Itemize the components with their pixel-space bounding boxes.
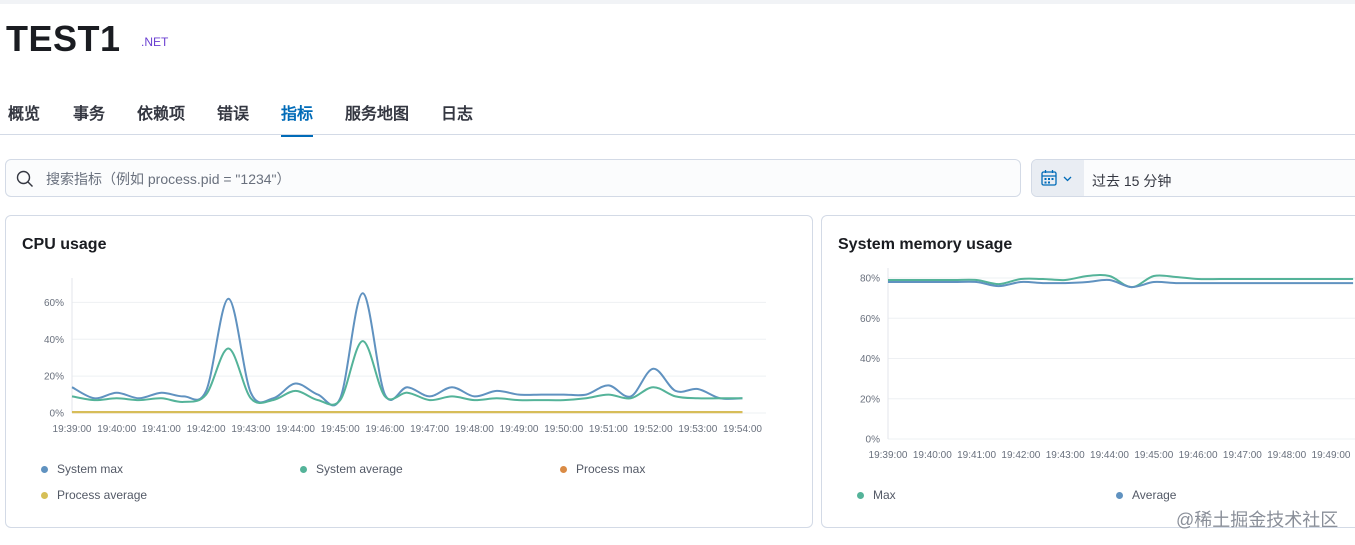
x-tick-label: 19:42:00 bbox=[187, 424, 226, 435]
y-tick-label: 20% bbox=[860, 394, 880, 405]
x-tick-label: 19:49:00 bbox=[500, 424, 539, 435]
search-bar bbox=[5, 159, 1021, 198]
quick-select-button[interactable] bbox=[1032, 160, 1084, 196]
x-tick-label: 19:44:00 bbox=[276, 424, 315, 435]
legend-label: System average bbox=[316, 462, 403, 476]
calendar-icon bbox=[1041, 170, 1072, 186]
x-tick-label: 19:54:00 bbox=[723, 424, 762, 435]
tab-logs[interactable]: 日志 bbox=[441, 100, 473, 135]
x-tick-label: 19:46:00 bbox=[1179, 450, 1218, 461]
x-tick-label: 19:46:00 bbox=[365, 424, 404, 435]
legend-dot bbox=[560, 465, 567, 473]
x-tick-label: 19:43:00 bbox=[1046, 450, 1085, 461]
y-tick-label: 20% bbox=[44, 372, 64, 383]
tab-transactions[interactable]: 事务 bbox=[73, 100, 105, 135]
legend-dot bbox=[41, 491, 48, 499]
page-title: TEST1 bbox=[6, 18, 121, 59]
legend-item[interactable]: System average bbox=[300, 462, 403, 476]
date-range-label[interactable]: 过去 15 分钟 bbox=[1092, 171, 1171, 191]
x-tick-label: 19:39:00 bbox=[53, 424, 92, 435]
legend-item[interactable]: Process average bbox=[41, 488, 147, 502]
x-tick-label: 19:47:00 bbox=[410, 424, 449, 435]
x-tick-label: 19:48:00 bbox=[455, 424, 494, 435]
legend-label: System max bbox=[57, 462, 124, 476]
chevron-down-icon bbox=[1063, 176, 1072, 182]
x-tick-label: 19:50:00 bbox=[544, 424, 583, 435]
x-tick-label: 19:48:00 bbox=[1267, 450, 1306, 461]
watermark: @稀土掘金技术社区 bbox=[1176, 510, 1339, 530]
y-tick-label: 60% bbox=[44, 298, 64, 309]
tab-overview[interactable]: 概览 bbox=[8, 100, 40, 135]
legend-dot bbox=[41, 465, 48, 473]
y-tick-label: 60% bbox=[860, 314, 880, 325]
tab-bar: 概览 事务 依赖项 错误 指标 服务地图 日志 bbox=[0, 90, 1355, 137]
legend-item[interactable]: Process max bbox=[560, 462, 645, 476]
x-tick-label: 19:43:00 bbox=[231, 424, 270, 435]
x-tick-label: 19:40:00 bbox=[913, 450, 952, 461]
x-tick-label: 19:40:00 bbox=[97, 424, 136, 435]
x-tick-label: 19:44:00 bbox=[1090, 450, 1129, 461]
x-tick-label: 19:51:00 bbox=[589, 424, 628, 435]
language-badge: .NET bbox=[141, 35, 169, 49]
legend-item[interactable]: Average bbox=[1116, 488, 1176, 502]
legend-label: Max bbox=[873, 488, 896, 502]
x-tick-label: 19:52:00 bbox=[634, 424, 673, 435]
cpu-usage-panel: CPU usage 0% 20% 40% 60% 19:39:00 19:40:00 19:… bbox=[5, 215, 813, 528]
x-tick-label: 19:41:00 bbox=[957, 450, 996, 461]
x-tick-label: 19:45:00 bbox=[1134, 450, 1173, 461]
search-icon bbox=[16, 170, 33, 187]
y-tick-label: 0% bbox=[50, 409, 65, 420]
legend-dot bbox=[1116, 491, 1123, 499]
legend-dot bbox=[857, 491, 864, 499]
legend-label: Average bbox=[1132, 488, 1177, 502]
legend-dot bbox=[300, 465, 307, 473]
x-tick-label: 19:53:00 bbox=[678, 424, 717, 435]
x-tick-label: 19:42:00 bbox=[1001, 450, 1040, 461]
legend-item[interactable]: Max bbox=[857, 488, 896, 502]
legend-label: Process average bbox=[57, 488, 148, 502]
legend-item[interactable]: System max bbox=[41, 462, 123, 476]
search-input[interactable] bbox=[44, 160, 1008, 198]
y-tick-label: 0% bbox=[866, 435, 881, 446]
x-tick-label: 19:45:00 bbox=[321, 424, 360, 435]
x-tick-label: 19:49:00 bbox=[1312, 450, 1351, 461]
x-tick-label: 19:47:00 bbox=[1223, 450, 1262, 461]
y-tick-label: 40% bbox=[44, 335, 64, 346]
x-tick-label: 19:41:00 bbox=[142, 424, 181, 435]
x-tick-label: 19:39:00 bbox=[869, 450, 908, 461]
top-border bbox=[0, 0, 1355, 4]
cpu-usage-chart: 0% 20% 40% 60% 19:39:00 19:40:00 19:41:00 19:42… bbox=[44, 278, 766, 435]
legend-label: Process max bbox=[576, 462, 646, 476]
y-tick-label: 80% bbox=[860, 274, 880, 285]
tab-service-map[interactable]: 服务地图 bbox=[345, 100, 409, 135]
memory-usage-panel: System memory usage 0% 20% 40% 60% 80% 19:39:… bbox=[821, 215, 1355, 528]
tab-dependencies[interactable]: 依赖项 bbox=[137, 100, 185, 135]
tab-errors[interactable]: 错误 bbox=[217, 100, 249, 135]
y-tick-label: 40% bbox=[860, 354, 880, 365]
date-picker: 过去 15 分钟 bbox=[1031, 159, 1355, 197]
series-line bbox=[71, 292, 743, 407]
tab-metrics[interactable]: 指标 bbox=[281, 100, 314, 137]
memory-usage-chart: 0% 20% 40% 60% 80% 19:39:00 19:40:00 19:41:00 19… bbox=[860, 268, 1355, 461]
